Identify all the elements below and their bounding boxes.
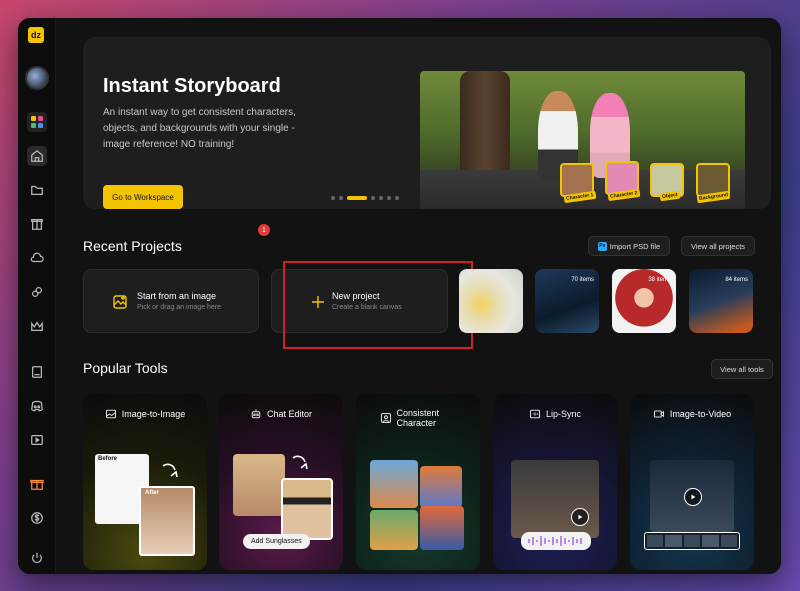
import-psd-label: Import PSD file (609, 241, 661, 251)
start-image-subtitle: Pick or drag an image here (137, 304, 222, 311)
start-image-title: Start from an image (137, 291, 217, 301)
image-icon (105, 409, 116, 419)
tool-label: Image-to-Video (669, 409, 732, 419)
hero-description: An instant way to get consistent charact… (103, 107, 296, 150)
app-logo[interactable]: dz (28, 27, 44, 43)
crown-icon[interactable] (27, 316, 47, 336)
folder-icon[interactable] (27, 180, 47, 200)
start-from-image-card[interactable]: Start from an image Pick or drag an imag… (83, 269, 259, 333)
item-count: 70 items (571, 277, 594, 283)
app-window: dz Instant Storyboard An instant way to … (18, 18, 781, 574)
project-thumbnail[interactable]: 70 items (535, 269, 599, 333)
carousel-dots (331, 196, 399, 200)
tool-header: Image-to-Video (630, 408, 754, 420)
highlight-box (283, 261, 473, 349)
lip-sync-icon (529, 409, 541, 419)
carousel-dot[interactable] (379, 196, 383, 200)
main-content: Instant Storyboard An instant way to get… (56, 18, 781, 574)
edited-image (281, 478, 333, 540)
tool-label: Image-to-Image (121, 409, 186, 419)
carousel-dot-active[interactable] (347, 196, 367, 200)
view-all-projects-button[interactable]: View all projects (681, 236, 755, 256)
home-icon[interactable] (27, 146, 47, 166)
play-icon[interactable] (27, 430, 47, 450)
project-thumbnail[interactable]: 38 items (612, 269, 676, 333)
recent-projects-title: Recent Projects (83, 238, 182, 254)
prompt-chip: Add Sunglasses (243, 534, 310, 549)
arrow-icon (292, 455, 308, 470)
character-image (370, 460, 418, 508)
apps-icon[interactable] (27, 112, 47, 132)
tool-label: Chat Editor (266, 409, 313, 419)
link-icon[interactable] (27, 282, 47, 302)
arrow-icon (162, 463, 178, 478)
carousel-dot[interactable] (387, 196, 391, 200)
book-icon[interactable] (27, 362, 47, 382)
carousel-dot[interactable] (371, 196, 375, 200)
tree-illustration (460, 71, 510, 171)
hero-title: Instant Storyboard (103, 75, 281, 97)
carousel-dot[interactable] (331, 196, 335, 200)
original-image (233, 454, 285, 516)
character-image (420, 506, 464, 550)
audio-waveform (521, 532, 591, 550)
box-icon[interactable] (27, 214, 47, 234)
video-frame (511, 460, 599, 538)
character-image (420, 466, 462, 508)
hero-image: Character 1 Character 2 Object Backgroun… (420, 71, 745, 209)
hero-banner: Instant Storyboard An instant way to get… (83, 37, 771, 209)
tool-consistent-character[interactable]: Consistent Character (356, 394, 480, 570)
project-thumbnail[interactable]: 84 items (689, 269, 753, 333)
tool-lip-sync[interactable]: Lip-Sync (493, 394, 617, 570)
project-thumbnail[interactable] (459, 269, 523, 333)
item-count: 84 items (725, 277, 748, 283)
cloud-icon[interactable] (27, 248, 47, 268)
import-psd-button[interactable]: Ps Import PSD file (588, 236, 670, 256)
dollar-icon[interactable] (27, 508, 47, 528)
notification-badge: 1 (258, 224, 270, 236)
tool-image-to-image[interactable]: Image-to-Image Before After (83, 394, 207, 570)
go-to-workspace-button[interactable]: Go to Workspace (103, 185, 183, 209)
item-count: 38 items (648, 277, 671, 283)
tool-header: Consistent Character (356, 408, 480, 428)
view-all-tools-button[interactable]: View all tools (711, 359, 773, 379)
image-upload-icon (112, 294, 128, 310)
carousel-dot[interactable] (339, 196, 343, 200)
tool-header: Image-to-Image (83, 408, 207, 420)
after-image: After (139, 486, 195, 556)
after-label: After (145, 490, 160, 496)
tool-header: Chat Editor (219, 408, 343, 420)
photoshop-icon: Ps (597, 241, 607, 251)
tool-header: Lip-Sync (493, 408, 617, 420)
power-icon[interactable] (27, 548, 47, 568)
tool-image-to-video[interactable]: Image-to-Video (630, 394, 754, 570)
tool-label: Consistent Character (396, 408, 440, 428)
character-image (370, 510, 418, 550)
user-avatar[interactable] (25, 66, 49, 90)
robot-icon (251, 409, 261, 419)
carousel-dot[interactable] (395, 196, 399, 200)
character-icon (380, 412, 391, 424)
video-camera-icon (653, 410, 664, 418)
popular-tools-title: Popular Tools (83, 360, 168, 376)
discord-icon[interactable] (27, 396, 47, 416)
video-timeline (644, 532, 740, 550)
sidebar: dz (18, 18, 56, 574)
before-label: Before (98, 456, 118, 462)
tool-chat-editor[interactable]: Chat Editor Add Sunglasses (219, 394, 343, 570)
tool-label: Lip-Sync (545, 409, 581, 419)
play-button[interactable] (684, 488, 702, 506)
gift-icon[interactable] (27, 474, 47, 494)
play-button[interactable] (571, 508, 589, 526)
waveform-icon (528, 536, 582, 546)
